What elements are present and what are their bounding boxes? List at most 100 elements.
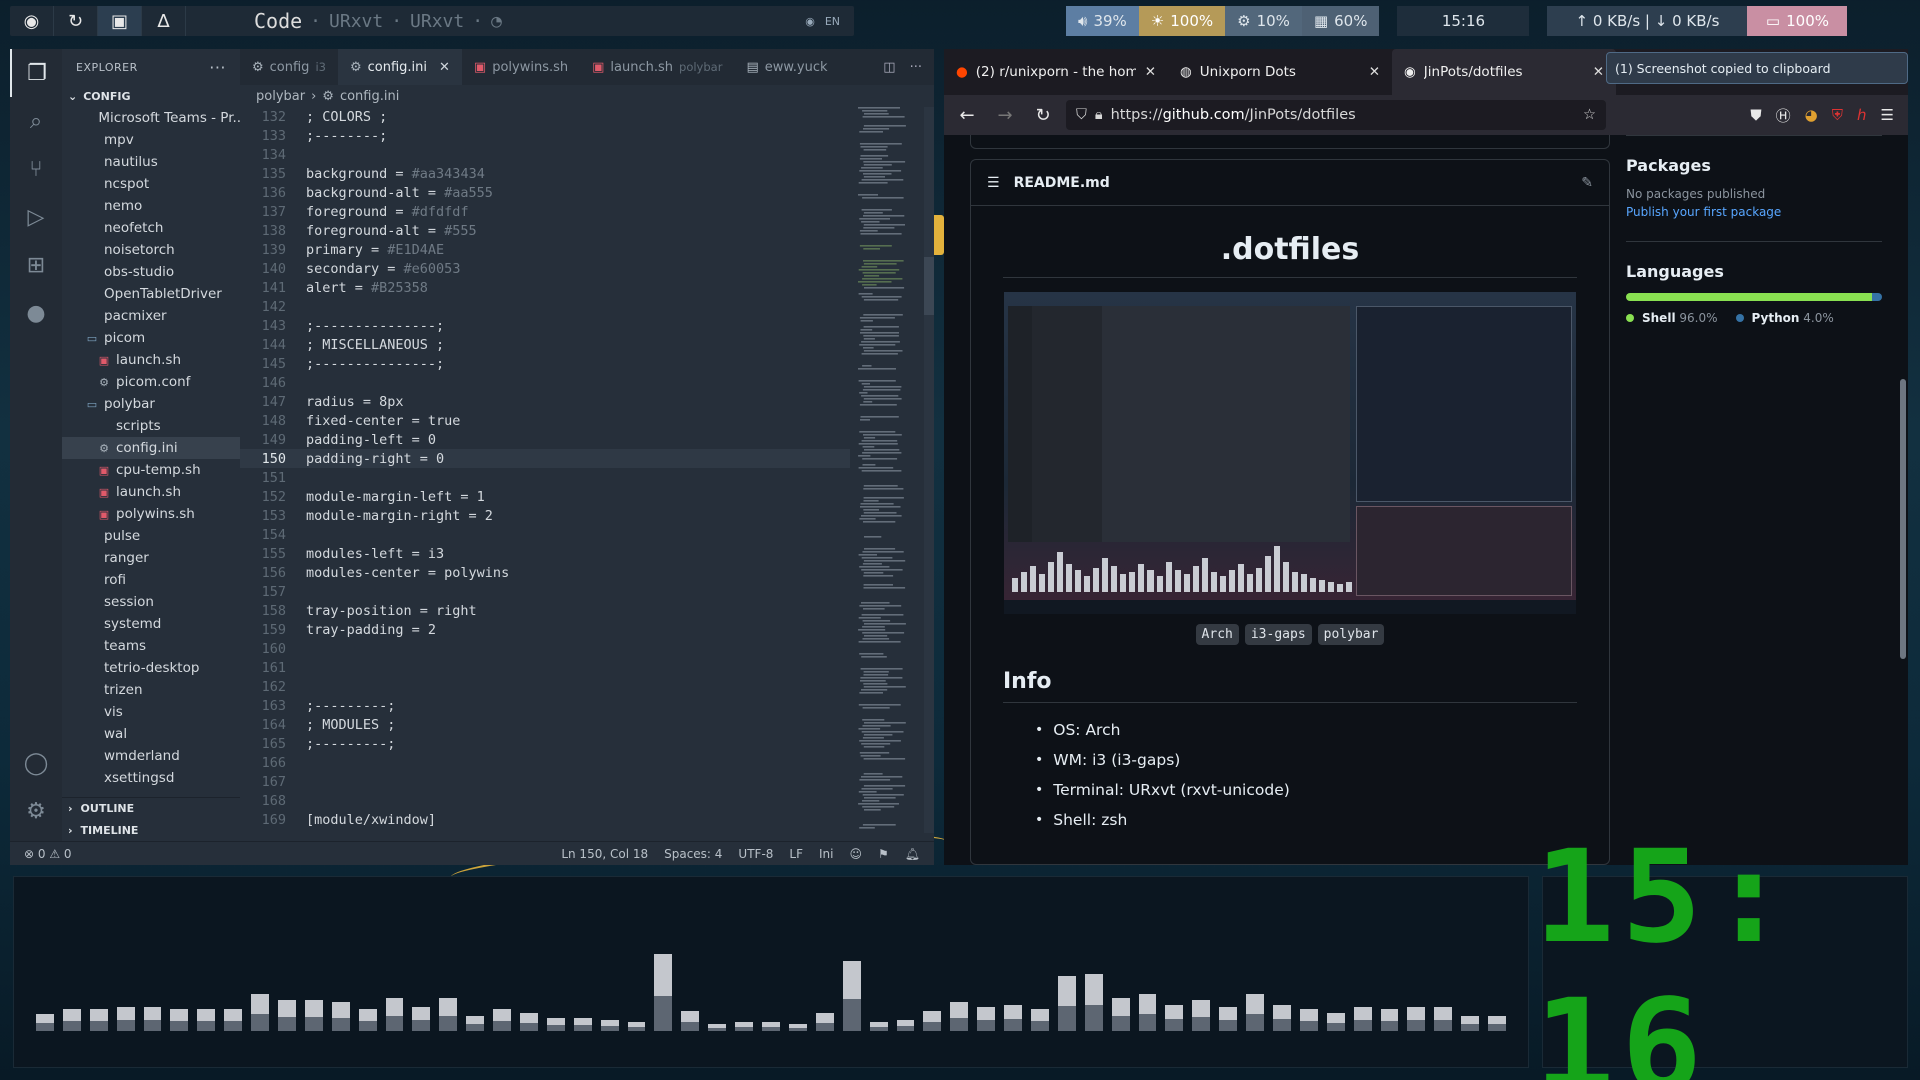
tree-item[interactable]: ▭obs-studio <box>62 261 240 283</box>
language-item[interactable]: Python 4.0% <box>1735 311 1834 325</box>
scrollbar-thumb[interactable] <box>924 257 934 315</box>
settings-gear-icon[interactable]: ⚙ <box>10 787 62 835</box>
back-arrow-icon[interactable]: ← <box>952 105 982 126</box>
timeline-section[interactable]: › TIMELINE <box>62 819 240 841</box>
tag-badge[interactable]: Arch <box>1195 624 1239 645</box>
forward-arrow-icon[interactable]: → <box>990 105 1020 126</box>
tree-item[interactable]: ▭OpenTabletDriver <box>62 283 240 305</box>
editor-tab[interactable]: ▣ polywins.sh <box>462 49 580 85</box>
tree-item[interactable]: ▣ launch.sh <box>62 481 240 503</box>
encoding[interactable]: UTF-8 <box>738 847 773 861</box>
tree-item[interactable]: ▭wmderland <box>62 745 240 767</box>
browser-tab[interactable]: ◉ JinPots/dotfiles ✕ <box>1392 49 1616 95</box>
url-bar[interactable]: ⛉ 🔒︎ https://github.com/JinPots/dotfiles… <box>1066 100 1606 130</box>
bookmark-star-icon[interactable]: ☆ <box>1583 107 1596 123</box>
page-scrollbar[interactable] <box>1900 379 1906 659</box>
tree-item[interactable]: ▭session <box>62 591 240 613</box>
lock-icon[interactable]: 🔒︎ <box>1095 107 1103 123</box>
account-icon[interactable]: ◯ <box>10 739 62 787</box>
tag-badge[interactable]: i3-gaps <box>1244 624 1312 645</box>
github-icon[interactable]: ● <box>10 289 62 337</box>
pocket-icon[interactable]: ⛊ <box>1750 106 1761 124</box>
browser-tab[interactable]: ● (2) r/unixporn - the home f ✕ <box>944 49 1168 95</box>
keyboard-layout[interactable]: EN <box>825 15 840 28</box>
tree-item[interactable]: ▭tetrio-desktop <box>62 657 240 679</box>
browser-tab[interactable]: ◍ Unixporn Dots ✕ <box>1168 49 1392 95</box>
tree-item[interactable]: ▭ncspot <box>62 173 240 195</box>
line-ending[interactable]: LF <box>789 847 803 861</box>
tree-item[interactable]: ▭systemd <box>62 613 240 635</box>
breadcrumb-folder[interactable]: polybar <box>256 89 305 104</box>
more-actions-icon[interactable]: ··· <box>910 60 922 75</box>
tree-item[interactable]: ▭ picom <box>62 327 240 349</box>
tree-item[interactable]: ▣ polywins.sh <box>62 503 240 525</box>
h-extension-icon[interactable]: Ⓗ <box>1776 105 1791 126</box>
tree-item[interactable]: ▭nemo <box>62 195 240 217</box>
volume-module[interactable]: 🔊︎ 39% <box>1066 6 1139 36</box>
tree-item[interactable]: ▭xsettingsd <box>62 767 240 789</box>
tree-item[interactable]: ▭neofetch <box>62 217 240 239</box>
refresh-workspace-icon[interactable]: ↻ <box>54 6 98 36</box>
problems-indicator[interactable]: ⊗ 0 ⚠ 0 <box>24 847 72 861</box>
source-control-icon[interactable]: ⑂ <box>10 145 62 193</box>
screenshot-preview-image[interactable] <box>1004 292 1576 614</box>
indentation[interactable]: Spaces: 4 <box>664 847 722 861</box>
tree-item[interactable]: ▭noisetorch <box>62 239 240 261</box>
close-icon[interactable]: ✕ <box>1369 64 1380 80</box>
run-debug-icon[interactable]: ▷ <box>10 193 62 241</box>
ublock-icon[interactable]: ⛨ <box>1832 106 1843 124</box>
menu-hamburger-icon[interactable]: ☰ <box>1881 106 1894 124</box>
tree-item[interactable]: ▭vis <box>62 701 240 723</box>
discord-tray-icon[interactable]: ◉ <box>805 15 815 28</box>
tree-item[interactable]: ▭pulse <box>62 525 240 547</box>
tree-item[interactable]: ▣ cpu-temp.sh <box>62 459 240 481</box>
tree-item[interactable]: ▭trizen <box>62 679 240 701</box>
editor-scrollbar[interactable] <box>924 107 934 833</box>
tag-badge[interactable]: polybar <box>1317 624 1385 645</box>
split-editor-icon[interactable]: ◫ <box>883 60 895 75</box>
tree-item[interactable]: ▣ launch.sh <box>62 349 240 371</box>
language-item[interactable]: Shell 96.0% <box>1626 311 1718 325</box>
language-mode[interactable]: Ini <box>819 847 833 861</box>
editor-tab[interactable]: ▣ launch.sh polybar <box>580 49 734 85</box>
linux-workspace-icon[interactable]: ∆ <box>142 6 186 36</box>
more-actions-icon[interactable]: ··· <box>209 58 226 77</box>
code-editor[interactable]: 132 ; COLORS ; 133 ;--------; 134 135 backgrou… <box>240 107 850 833</box>
extensions-icon[interactable]: ⊞ <box>10 241 62 289</box>
close-icon[interactable]: ✕ <box>1145 64 1156 80</box>
copilot-icon[interactable]: ☺ <box>849 847 862 861</box>
publish-package-link[interactable]: Publish your first package <box>1626 205 1882 219</box>
tree-item[interactable]: ⚙ picom.conf <box>62 371 240 393</box>
tree-item[interactable]: ▭pacmixer <box>62 305 240 327</box>
list-icon[interactable]: ☰ <box>987 175 1000 191</box>
minimap[interactable] <box>858 107 914 833</box>
editor-tab[interactable]: ⚙ config i3 <box>240 49 338 85</box>
tree-item[interactable]: ▭Microsoft Teams - Pr... <box>62 107 240 129</box>
editor-tab[interactable]: ⚙ config.ini ✕ <box>337 49 462 85</box>
tree-item[interactable]: ▭ranger <box>62 547 240 569</box>
tree-item[interactable]: ▭teams <box>62 635 240 657</box>
breadcrumb-file[interactable]: config.ini <box>340 89 399 104</box>
search-icon[interactable]: ⌕ <box>10 97 62 145</box>
tree-item[interactable]: ⚙ config.ini <box>62 437 240 459</box>
close-icon[interactable]: ✕ <box>1593 64 1604 80</box>
notification-toast[interactable]: (1) Screenshot copied to clipboard <box>1606 52 1908 84</box>
notifications-bell-icon[interactable]: 🔔︎ <box>905 847 920 861</box>
tree-item[interactable]: ▭nautilus <box>62 151 240 173</box>
reload-icon[interactable]: ↻ <box>1028 105 1058 126</box>
cursor-position[interactable]: Ln 150, Col 18 <box>561 847 648 861</box>
brightness-module[interactable]: ☀︎ 100% <box>1138 6 1226 36</box>
tree-item[interactable]: ▭wal <box>62 723 240 745</box>
shield-icon[interactable]: ⛉ <box>1076 107 1087 123</box>
js-workspace-icon[interactable]: ▣ <box>98 6 142 36</box>
tree-item[interactable]: ▭ polybar <box>62 393 240 415</box>
explorer-icon[interactable]: ❐ <box>10 49 62 97</box>
root-folder-header[interactable]: ⌄ CONFIG <box>62 85 240 107</box>
tree-item[interactable]: ▭mpv <box>62 129 240 151</box>
h-red-extension-icon[interactable]: ℎ <box>1857 106 1867 124</box>
tampermonkey-icon[interactable]: ◕ <box>1805 106 1818 124</box>
feedback-icon[interactable]: ⚑ <box>878 847 889 861</box>
outline-section[interactable]: › OUTLINE <box>62 797 240 819</box>
editor-tab[interactable]: ▤ eww.yuck <box>734 49 839 85</box>
close-icon[interactable]: ✕ <box>439 60 450 75</box>
